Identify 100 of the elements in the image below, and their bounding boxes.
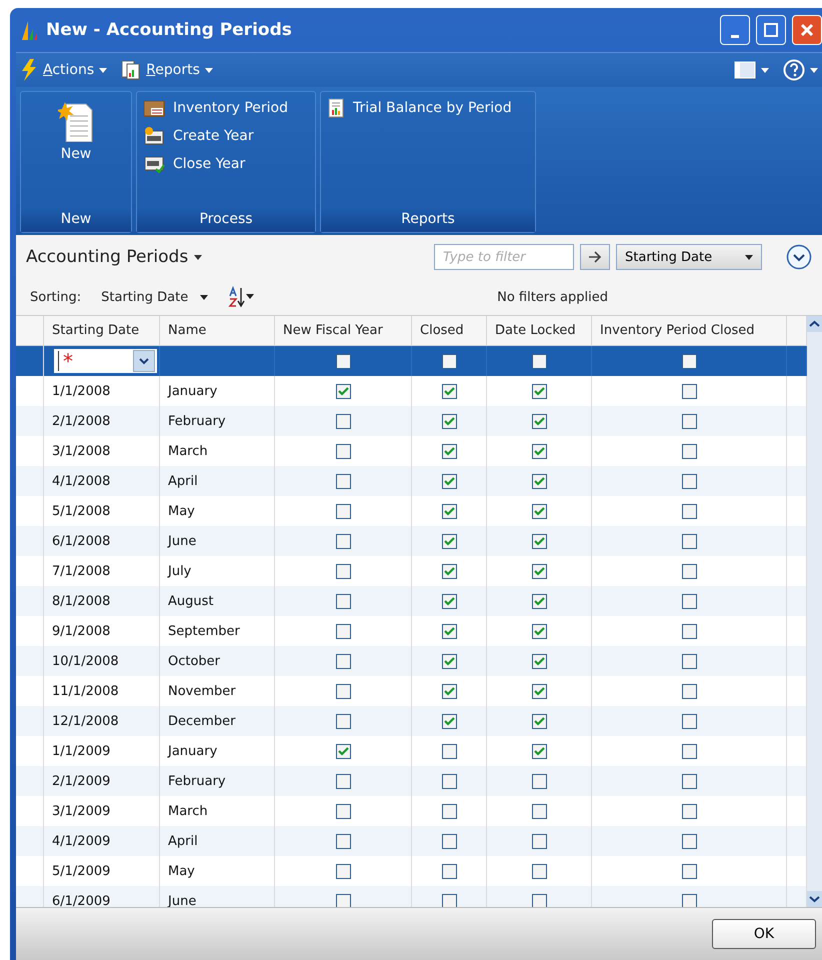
checkbox[interactable] [682, 744, 696, 758]
checkbox[interactable] [682, 354, 696, 368]
checkbox[interactable] [682, 504, 696, 518]
checkbox[interactable] [336, 354, 350, 368]
checkbox[interactable] [442, 504, 456, 518]
checkbox[interactable] [336, 384, 350, 398]
ribbon-action[interactable]: Trial Balance by Period [327, 98, 529, 118]
new-row[interactable]: * [16, 346, 807, 376]
checkbox[interactable] [532, 594, 546, 608]
checkbox[interactable] [336, 714, 350, 728]
checkbox[interactable] [336, 534, 350, 548]
new-button[interactable]: New [27, 100, 125, 162]
apply-filter-button[interactable] [580, 244, 610, 270]
checkbox[interactable] [442, 744, 456, 758]
checkbox[interactable] [532, 714, 546, 728]
minimize-button[interactable] [720, 15, 750, 45]
maximize-button[interactable] [756, 15, 786, 45]
checkbox[interactable] [336, 444, 350, 458]
checkbox[interactable] [442, 564, 456, 578]
checkbox[interactable] [532, 444, 546, 458]
checkbox[interactable] [442, 864, 456, 878]
checkbox[interactable] [682, 594, 696, 608]
column-header[interactable]: Name [160, 316, 275, 346]
checkbox[interactable] [532, 774, 546, 788]
sorting-dropdown[interactable]: Starting Date [101, 290, 208, 304]
checkbox[interactable] [336, 684, 350, 698]
checkbox[interactable] [442, 414, 456, 428]
checkbox[interactable] [532, 384, 546, 398]
checkbox[interactable] [336, 504, 350, 518]
ribbon-action[interactable]: Inventory Period [143, 98, 309, 118]
checkbox[interactable] [532, 894, 546, 907]
checkbox[interactable] [336, 834, 350, 848]
checkbox[interactable] [682, 444, 696, 458]
checkbox[interactable] [336, 564, 350, 578]
checkbox[interactable] [532, 624, 546, 638]
checkbox[interactable] [442, 534, 456, 548]
ok-button[interactable]: OK [712, 919, 816, 949]
vertical-scrollbar[interactable] [807, 316, 822, 907]
checkbox[interactable] [336, 894, 350, 907]
checkbox[interactable] [682, 654, 696, 668]
checkbox[interactable] [442, 384, 456, 398]
checkbox[interactable] [532, 684, 546, 698]
checkbox[interactable] [442, 714, 456, 728]
checkbox[interactable] [532, 474, 546, 488]
checkbox[interactable] [442, 594, 456, 608]
column-header[interactable]: New Fiscal Year [275, 316, 412, 346]
checkbox[interactable] [682, 414, 696, 428]
ribbon-action[interactable]: Close Year [143, 154, 309, 174]
checkbox[interactable] [532, 534, 546, 548]
help-menu[interactable] [783, 59, 818, 81]
close-button[interactable] [792, 15, 822, 45]
checkbox[interactable] [682, 774, 696, 788]
checkbox[interactable] [442, 894, 456, 907]
checkbox[interactable] [532, 834, 546, 848]
checkbox[interactable] [442, 444, 456, 458]
checkbox[interactable] [682, 384, 696, 398]
column-header[interactable]: Closed [412, 316, 487, 346]
checkbox[interactable] [682, 534, 696, 548]
checkbox[interactable] [336, 654, 350, 668]
layout-menu[interactable] [734, 61, 769, 79]
checkbox[interactable] [442, 684, 456, 698]
checkbox[interactable] [336, 864, 350, 878]
checkbox[interactable] [682, 564, 696, 578]
checkbox[interactable] [336, 774, 350, 788]
checkbox[interactable] [532, 744, 546, 758]
checkbox[interactable] [682, 804, 696, 818]
date-dropdown-button[interactable] [133, 350, 155, 372]
checkbox[interactable] [682, 474, 696, 488]
checkbox[interactable] [682, 834, 696, 848]
checkbox[interactable] [442, 474, 456, 488]
checkbox[interactable] [336, 414, 350, 428]
checkbox[interactable] [532, 354, 546, 368]
checkbox[interactable] [336, 624, 350, 638]
checkbox[interactable] [682, 864, 696, 878]
checkbox[interactable] [532, 654, 546, 668]
checkbox[interactable] [682, 624, 696, 638]
checkbox[interactable] [532, 414, 546, 428]
scroll-up-icon[interactable] [807, 316, 822, 332]
checkbox[interactable] [336, 804, 350, 818]
column-header[interactable]: Starting Date [44, 316, 160, 346]
checkbox[interactable] [442, 774, 456, 788]
checkbox[interactable] [532, 504, 546, 518]
checkbox[interactable] [532, 564, 546, 578]
checkbox[interactable] [442, 804, 456, 818]
checkbox[interactable] [336, 744, 350, 758]
reports-menu[interactable]: Reports [121, 60, 213, 80]
checkbox[interactable] [442, 834, 456, 848]
column-header[interactable]: Inventory Period Closed [592, 316, 787, 346]
ribbon-action[interactable]: Create Year [143, 126, 309, 146]
checkbox[interactable] [442, 654, 456, 668]
checkbox[interactable] [532, 804, 546, 818]
expand-icon[interactable] [786, 244, 812, 270]
checkbox[interactable] [682, 714, 696, 728]
checkbox[interactable] [336, 594, 350, 608]
starting-date-input[interactable]: * [54, 349, 157, 373]
checkbox[interactable] [442, 624, 456, 638]
column-header[interactable]: Date Locked [487, 316, 592, 346]
checkbox[interactable] [532, 864, 546, 878]
checkbox[interactable] [442, 354, 456, 368]
checkbox[interactable] [336, 474, 350, 488]
